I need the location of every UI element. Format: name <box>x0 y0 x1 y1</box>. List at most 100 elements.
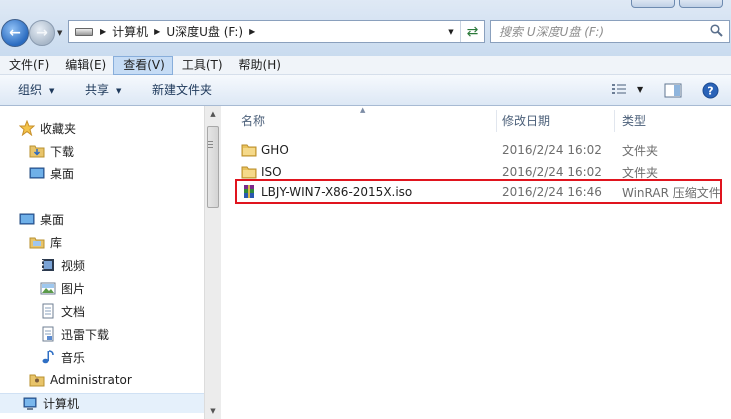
view-options-icon[interactable] <box>611 83 627 97</box>
scroll-grip-icon <box>208 141 213 142</box>
nav-label: 音乐 <box>61 350 86 365</box>
breadcrumb-computer[interactable]: 计算机 <box>109 23 151 40</box>
document-icon <box>40 326 56 342</box>
nav-computer[interactable]: 计算机 <box>0 393 204 413</box>
nav-desktop-favorite[interactable]: 桌面 <box>0 163 204 183</box>
menu-help[interactable]: 帮助(H) <box>230 56 288 75</box>
user-folder-icon <box>29 372 45 388</box>
recent-pages-dropdown[interactable]: ▼ <box>57 29 62 37</box>
nav-label: 视频 <box>61 258 86 273</box>
file-name: ISO <box>261 165 282 179</box>
help-icon[interactable]: ? <box>702 82 719 99</box>
desktop-icon <box>29 165 45 181</box>
arrow-right-icon: → <box>36 25 48 41</box>
highlight-box <box>235 179 722 204</box>
nav-documents[interactable]: 文档 <box>0 301 204 321</box>
folder-icon <box>241 144 257 157</box>
share-button[interactable]: 共享 ▼ <box>85 75 121 106</box>
document-icon <box>40 303 56 319</box>
new-folder-button[interactable]: 新建文件夹 <box>152 75 212 106</box>
nav-thunder-downloads[interactable]: 迅雷下载 <box>0 324 204 344</box>
svg-text:?: ? <box>707 85 713 98</box>
minimize-button[interactable] <box>631 0 675 8</box>
window-controls <box>631 0 731 8</box>
nav-label: 迅雷下载 <box>61 327 110 342</box>
menu-edit[interactable]: 编辑(E) <box>56 56 113 75</box>
nav-pictures[interactable]: 图片 <box>0 278 204 298</box>
search-icon[interactable] <box>710 24 723 37</box>
nav-videos[interactable]: 视频 <box>0 255 204 275</box>
back-button[interactable]: ← <box>1 19 29 47</box>
table-row[interactable]: GHO 2016/2/24 16:02 文件夹 <box>235 140 719 160</box>
nav-label: 库 <box>50 235 63 250</box>
menu-bar: 文件(F) 编辑(E) 查看(V) 工具(T) 帮助(H) <box>0 56 731 75</box>
menu-file[interactable]: 文件(F) <box>0 56 56 75</box>
menu-tools[interactable]: 工具(T) <box>173 56 230 75</box>
downloads-folder-icon <box>29 143 45 159</box>
chevron-down-icon: ▼ <box>116 87 122 95</box>
organize-label: 组织 <box>18 83 43 97</box>
column-header-name[interactable]: 名称 <box>241 112 265 134</box>
nav-label: 下载 <box>50 144 75 159</box>
picture-icon <box>40 280 56 296</box>
music-note-icon <box>40 349 56 365</box>
file-name: GHO <box>261 143 289 157</box>
command-bar: 组织 ▼ 共享 ▼ 新建文件夹 ▼ ? <box>0 75 731 106</box>
nav-desktop[interactable]: 桌面 <box>0 209 204 229</box>
chevron-down-icon[interactable]: ▼ <box>637 85 643 94</box>
nav-label: 收藏夹 <box>40 121 77 136</box>
column-header-date[interactable]: 修改日期 <box>502 112 550 134</box>
column-divider[interactable] <box>614 110 615 132</box>
chevron-down-icon[interactable]: ▼ <box>444 21 458 42</box>
file-list: ▲ 名称 修改日期 类型 GHO 2016/2/24 16:02 文件夹 ISO… <box>221 106 731 419</box>
preview-pane-icon[interactable] <box>664 83 682 98</box>
nav-label: 计算机 <box>43 397 80 411</box>
arrow-left-icon: ← <box>9 25 21 41</box>
file-type: 文件夹 <box>622 143 659 158</box>
sort-ascending-icon: ▲ <box>360 106 366 114</box>
nav-libraries[interactable]: 库 <box>0 232 204 252</box>
nav-label: 文档 <box>61 304 86 319</box>
nav-label: 桌面 <box>50 166 75 181</box>
folder-icon <box>241 166 257 179</box>
column-header-type[interactable]: 类型 <box>622 112 646 134</box>
nav-downloads[interactable]: 下载 <box>0 141 204 161</box>
menu-view[interactable]: 查看(V) <box>113 56 173 75</box>
scrollbar-thumb[interactable] <box>207 126 219 208</box>
nav-music[interactable]: 音乐 <box>0 347 204 367</box>
share-label: 共享 <box>85 83 110 97</box>
nav-label: 桌面 <box>40 212 65 227</box>
file-date: 2016/2/24 16:02 <box>502 143 602 157</box>
search-box <box>490 20 730 43</box>
file-type: 文件夹 <box>622 165 659 180</box>
scroll-up-icon[interactable]: ▲ <box>205 106 221 122</box>
breadcrumb-drive[interactable]: U深度U盘 (F:) <box>163 23 246 40</box>
address-bar-row: ← → ▼ ▶ 计算机 ▶ U深度U盘 (F:) ▶ ▼ ⇄ <box>0 0 731 56</box>
nav-label: 图片 <box>61 281 86 296</box>
library-icon <box>29 234 45 250</box>
star-icon <box>19 120 35 136</box>
refresh-icon: ⇄ <box>466 23 479 40</box>
maximize-button[interactable] <box>679 0 723 8</box>
navigation-pane: 收藏夹 下载 桌面 桌面 库 视频 图片 文档 迅雷下载 音乐 Administ… <box>0 106 204 419</box>
file-date: 2016/2/24 16:02 <box>502 165 602 179</box>
address-box[interactable]: ▶ 计算机 ▶ U深度U盘 (F:) ▶ ▼ ⇄ <box>68 20 485 43</box>
column-divider[interactable] <box>496 110 497 132</box>
forward-button[interactable]: → <box>29 20 55 46</box>
scroll-down-icon[interactable]: ▼ <box>205 403 221 419</box>
nav-label: Administrator <box>50 373 132 387</box>
search-input[interactable] <box>499 22 699 41</box>
nav-administrator[interactable]: Administrator <box>0 370 204 390</box>
chevron-right-icon[interactable]: ▶ <box>151 27 163 36</box>
nav-favorites[interactable]: 收藏夹 <box>0 118 204 138</box>
video-icon <box>40 257 56 273</box>
chevron-right-icon[interactable]: ▶ <box>97 27 109 36</box>
navigation-scrollbar[interactable]: ▲ ▼ <box>204 106 221 419</box>
desktop-icon <box>19 211 35 227</box>
organize-button[interactable]: 组织 ▼ <box>18 75 54 106</box>
chevron-down-icon: ▼ <box>49 87 55 95</box>
refresh-button[interactable]: ⇄ <box>460 21 484 42</box>
drive-icon <box>75 27 93 36</box>
chevron-right-icon[interactable]: ▶ <box>246 27 258 36</box>
computer-icon <box>22 396 38 412</box>
